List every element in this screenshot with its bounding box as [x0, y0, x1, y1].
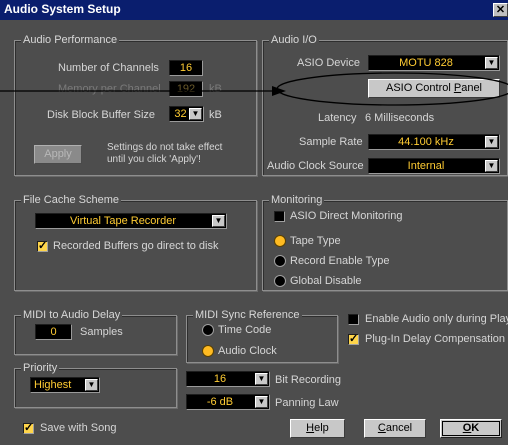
recorded-buffers-checkbox[interactable]: ✓ — [37, 240, 48, 252]
disk-buffer-unit: kB — [209, 109, 222, 121]
cancel-label-rest: ancel — [385, 422, 413, 434]
channels-label: Number of Channels — [58, 62, 159, 74]
midi-sync-option-label: Audio Clock — [218, 345, 277, 357]
audio-io-legend: Audio I/O — [269, 33, 319, 47]
bit-recording-value: 16 — [213, 373, 227, 385]
monitoring-radio-tape-type[interactable] — [274, 235, 286, 247]
plugin-delay-compensation-checkbox[interactable]: ✓ — [348, 333, 359, 345]
disk-buffer-label: Disk Block Buffer Size — [47, 109, 156, 121]
sample-rate-select[interactable]: 44.100 kHz ▼ — [368, 134, 500, 150]
apply-note-line2: until you click 'Apply'! — [107, 154, 201, 165]
memory-label: Memory per Channel — [58, 83, 161, 95]
asio-control-panel-button[interactable]: ASIO Control Panel — [368, 79, 500, 98]
monitoring-legend: Monitoring — [269, 193, 325, 207]
close-button[interactable]: ✕ — [493, 3, 508, 17]
asio-device-select[interactable]: MOTU 828 ▼ — [368, 55, 500, 71]
chevron-down-icon: ▼ — [485, 136, 498, 148]
midi-sync-radio-time-code[interactable] — [202, 324, 214, 336]
help-label-rest: elp — [314, 422, 329, 434]
midi-sync-radio-audio-clock[interactable] — [202, 345, 214, 357]
asio-control-panel-suffix: anel — [461, 82, 482, 94]
bit-recording-select[interactable]: 16 ▼ — [186, 371, 270, 387]
save-with-song-label: Save with Song — [40, 422, 117, 434]
asio-device-value: MOTU 828 — [399, 57, 453, 69]
apply-button[interactable]: Apply — [34, 145, 82, 164]
clock-source-label: Audio Clock Source — [267, 160, 364, 172]
midi-sync-legend: MIDI Sync Reference — [193, 308, 302, 322]
file-cache-value: Virtual Tape Recorder — [70, 215, 176, 227]
midi-delay-field[interactable]: 0 — [35, 324, 72, 340]
help-button[interactable]: Help — [290, 419, 345, 438]
clock-source-value: Internal — [407, 160, 445, 172]
enable-audio-during-play-checkbox[interactable] — [348, 314, 359, 325]
monitoring-option-label: Record Enable Type — [290, 255, 390, 267]
monitoring-radio-record-enable[interactable] — [274, 255, 286, 267]
chevron-down-icon: ▼ — [255, 373, 268, 385]
bit-recording-label: Bit Recording — [275, 374, 342, 386]
cancel-button[interactable]: Cancel — [364, 419, 426, 438]
memory-unit: kB — [209, 83, 222, 95]
file-cache-select[interactable]: Virtual Tape Recorder ▼ — [35, 213, 227, 229]
chevron-down-icon: ▼ — [85, 379, 98, 391]
panning-law-value: -6 dB — [206, 396, 234, 408]
panning-law-label: Panning Law — [275, 397, 339, 409]
checkmark-icon: ✓ — [24, 422, 34, 434]
panning-law-select[interactable]: -6 dB ▼ — [186, 394, 270, 410]
channels-field[interactable]: 16 — [169, 60, 203, 76]
ok-label-rest: K — [471, 422, 480, 434]
disk-buffer-value: 32 — [174, 108, 187, 120]
asio-direct-monitoring-label: ASIO Direct Monitoring — [290, 210, 403, 222]
ok-accesskey: O — [462, 422, 472, 434]
asio-direct-monitoring-checkbox[interactable] — [274, 211, 285, 222]
chevron-down-icon: ▼ — [212, 215, 225, 227]
priority-select[interactable]: Highest ▼ — [30, 377, 100, 393]
cancel-accesskey: C — [377, 422, 386, 434]
close-icon: ✕ — [495, 4, 506, 16]
monitoring-option-label: Global Disable — [290, 275, 362, 287]
disk-buffer-select[interactable]: 32 ▼ — [169, 106, 204, 122]
help-accesskey: H — [306, 422, 315, 434]
sample-rate-value: 44.100 kHz — [398, 136, 454, 148]
title-bar[interactable]: Audio System Setup ✕ — [0, 0, 508, 20]
file-cache-legend: File Cache Scheme — [21, 193, 121, 207]
chevron-down-icon: ▼ — [189, 108, 202, 120]
midi-delay-legend: MIDI to Audio Delay — [21, 308, 123, 322]
audio-system-setup-dialog: Audio System Setup ✕ Audio Performance N… — [0, 0, 508, 445]
checkmark-icon: ✓ — [38, 240, 48, 252]
audio-performance-legend: Audio Performance — [21, 33, 120, 47]
clock-source-select[interactable]: Internal ▼ — [368, 158, 500, 174]
priority-legend: Priority — [21, 361, 60, 375]
plugin-delay-compensation-label: Plug-In Delay Compensation — [365, 333, 506, 345]
enable-audio-during-play-label: Enable Audio only during Play — [365, 313, 508, 325]
midi-delay-unit: Samples — [80, 326, 123, 338]
monitoring-option-label: Tape Type — [290, 235, 341, 247]
save-with-song-checkbox[interactable]: ✓ — [23, 422, 34, 434]
chevron-down-icon: ▼ — [255, 396, 268, 408]
sample-rate-label: Sample Rate — [299, 136, 363, 148]
latency-label: Latency — [318, 112, 357, 124]
midi-sync-option-label: Time Code — [218, 324, 272, 336]
chevron-down-icon: ▼ — [485, 57, 498, 69]
window-title: Audio System Setup — [4, 2, 121, 16]
asio-device-label: ASIO Device — [297, 57, 360, 69]
recorded-buffers-label: Recorded Buffers go direct to disk — [53, 240, 219, 252]
ok-button[interactable]: OK — [440, 419, 502, 438]
monitoring-radio-global-disable[interactable] — [274, 275, 286, 287]
checkmark-icon: ✓ — [349, 333, 359, 345]
latency-value: 6 Milliseconds — [365, 112, 435, 124]
priority-value: Highest — [34, 379, 72, 391]
chevron-down-icon: ▼ — [485, 160, 498, 172]
memory-field[interactable]: 192 — [169, 81, 203, 97]
asio-control-panel-prefix: ASIO Control — [386, 82, 454, 94]
